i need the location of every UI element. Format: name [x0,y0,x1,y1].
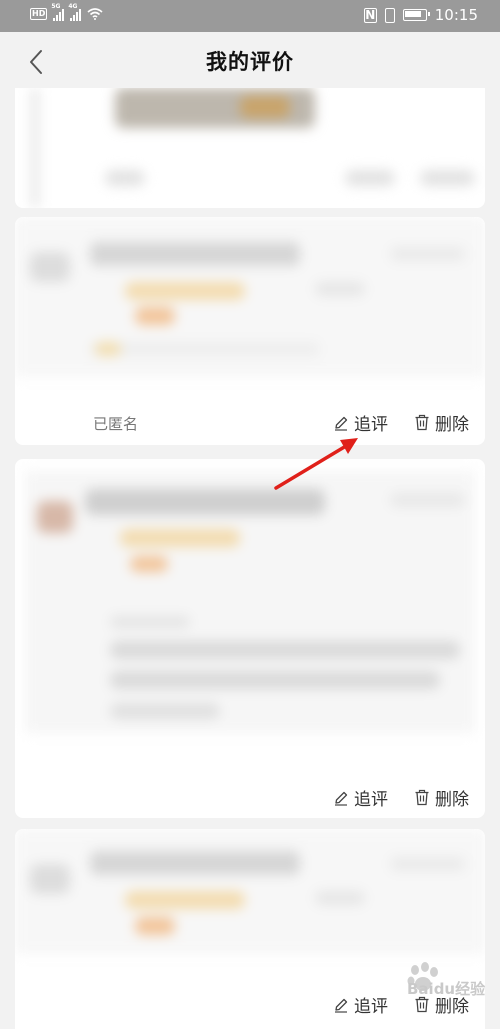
wifi-icon [87,8,103,20]
watermark: Baidu经验 [385,960,495,1010]
blurred-review-content [15,217,485,377]
watermark-text: Baidu经验 [407,980,486,998]
trash-icon [415,414,429,431]
pencil-icon [335,791,348,806]
red-arrow [274,438,358,490]
follow-up-label: 追评 [354,997,388,1017]
hd-badge: HD [30,8,48,20]
signal-5g-icon: 5G [51,3,65,21]
pencil-icon [335,998,348,1013]
blurred-review-content [25,471,475,733]
delete-label: 删除 [435,790,469,810]
vibrate-icon [384,7,395,23]
review-actions: 追评 删除 [333,785,469,810]
page-title: 我的评价 [206,50,294,74]
trash-icon [415,789,429,806]
review-card [15,88,485,208]
battery-icon [402,9,430,21]
delete-button[interactable]: 删除 [414,410,469,435]
status-time: 10:15 [434,6,478,24]
follow-up-label: 追评 [354,790,388,810]
delete-label: 删除 [435,415,469,435]
blurred-review-content [15,829,485,954]
nfc-icon: N [363,7,377,23]
status-bar: HD 5G 4G N 10:15 [0,0,500,32]
follow-up-button[interactable]: 追评 [333,992,388,1017]
review-card: 已匿名 追评 删除 [15,217,485,445]
anonymous-label: 已匿名 [93,415,139,433]
blurred-review-content [15,88,485,208]
pencil-icon [335,416,348,431]
signal-4g-icon: 4G [68,3,82,21]
review-card: 追评 删除 [15,459,485,818]
status-right: N 10:15 [363,6,478,24]
follow-up-button[interactable]: 追评 [333,785,388,810]
delete-button[interactable]: 删除 [414,785,469,810]
status-left: HD 5G 4G [30,3,103,21]
page-header: 我的评价 [0,32,500,88]
